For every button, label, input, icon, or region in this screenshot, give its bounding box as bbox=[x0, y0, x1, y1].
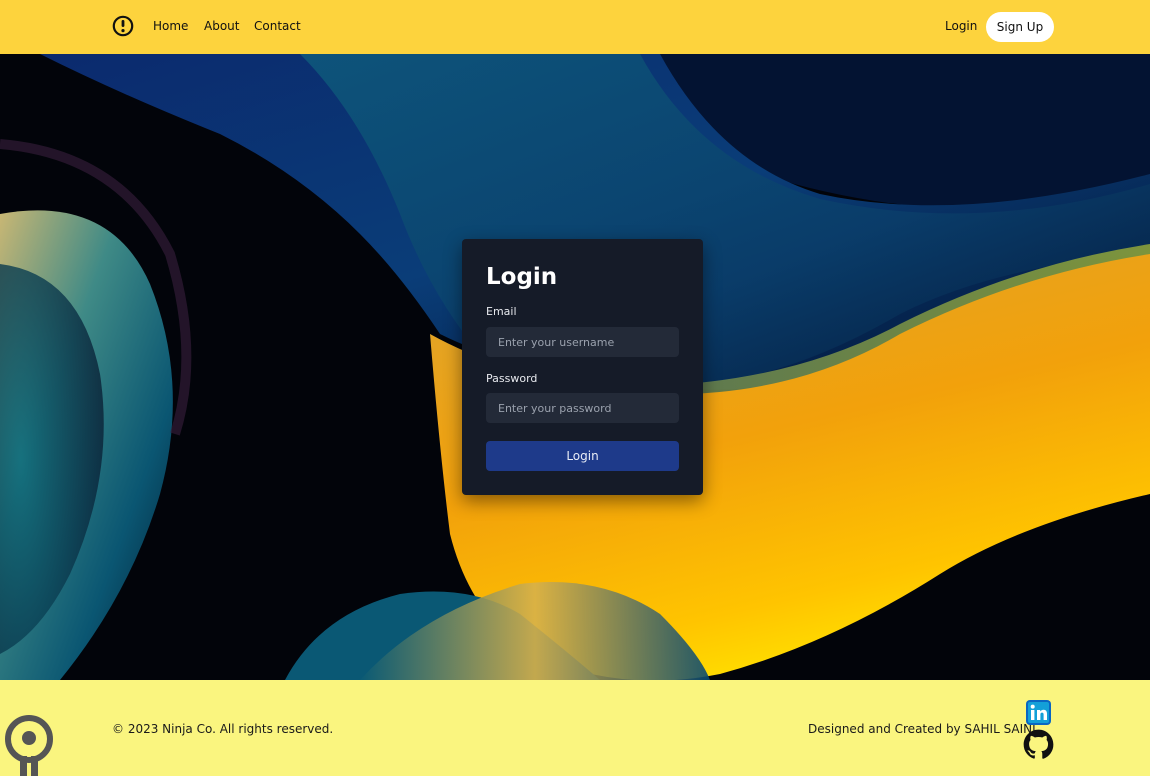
email-label: Email bbox=[486, 305, 517, 318]
footer: © 2023 Ninja Co. All rights reserved. De… bbox=[0, 680, 1150, 776]
login-card: Login Email Password Login bbox=[462, 239, 703, 495]
login-title: Login bbox=[486, 264, 558, 290]
top-navbar: Home About Contact Login Sign Up bbox=[0, 0, 1150, 54]
password-label: Password bbox=[486, 372, 538, 385]
credit-text: Designed and Created by SAHIL SAINI bbox=[808, 722, 1036, 736]
signup-button[interactable]: Sign Up bbox=[986, 12, 1054, 42]
login-submit-button[interactable]: Login bbox=[486, 441, 679, 471]
alert-circle-icon[interactable] bbox=[112, 15, 134, 37]
email-input[interactable] bbox=[486, 327, 679, 357]
copyright-text: © 2023 Ninja Co. All rights reserved. bbox=[112, 722, 334, 736]
nav-home-link[interactable]: Home bbox=[153, 19, 188, 33]
password-input[interactable] bbox=[486, 393, 679, 423]
nav-contact-link[interactable]: Contact bbox=[254, 19, 301, 33]
header-login-link[interactable]: Login bbox=[945, 19, 977, 33]
linkedin-icon[interactable] bbox=[1026, 700, 1051, 725]
nav-about-link[interactable]: About bbox=[204, 19, 239, 33]
hero-background: Login Email Password Login bbox=[0, 54, 1150, 680]
location-pin-logo-icon bbox=[5, 715, 53, 776]
github-icon[interactable] bbox=[1023, 729, 1054, 760]
